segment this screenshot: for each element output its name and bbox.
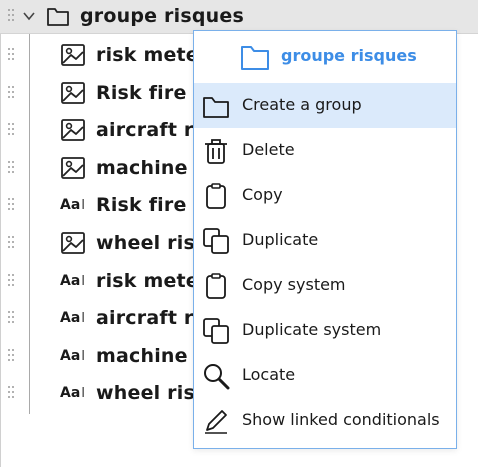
text-icon: AaI (60, 269, 86, 293)
text-icon-cursor: I (81, 198, 86, 214)
folder-icon (202, 92, 230, 120)
text-icon-glyph: Aa (60, 310, 81, 327)
text-icon-cursor: I (81, 311, 86, 327)
menu-item-delete[interactable]: Delete (194, 128, 456, 173)
tree-item-label: risk meter (96, 269, 209, 292)
drag-handle-icon[interactable] (8, 9, 14, 23)
context-menu: groupe risques Create a group Delete Copy D… (193, 30, 457, 449)
clipboard-icon (202, 182, 230, 210)
menu-item-show-linked-conditionals[interactable]: Show linked conditionals (194, 398, 456, 443)
drag-handle-icon[interactable] (8, 85, 14, 100)
chevron-down-icon[interactable] (22, 9, 36, 23)
trash-icon (202, 137, 230, 165)
magnifier-icon (202, 362, 230, 390)
image-icon (60, 156, 86, 180)
menu-item-label: Show linked conditionals (242, 410, 440, 429)
drag-handle-icon[interactable] (8, 160, 14, 175)
drag-handle-icon[interactable] (8, 311, 14, 325)
text-icon: AaI (60, 381, 86, 405)
menu-item-create-a-group[interactable]: Create a group (194, 83, 456, 128)
context-menu-header: groupe risques (194, 31, 456, 83)
folder-icon (47, 8, 69, 26)
drag-handle-icon[interactable] (8, 123, 14, 137)
tree-item-label: Risk fire e (96, 194, 207, 217)
text-icon-glyph: Aa (60, 197, 81, 214)
image-icon (60, 81, 86, 105)
menu-item-label: Copy (242, 185, 283, 204)
duplicate-icon (202, 317, 230, 345)
text-icon-glyph: Aa (60, 272, 81, 289)
clipboard-icon (202, 272, 230, 300)
drag-handle-icon[interactable] (8, 348, 14, 363)
menu-item-label: Delete (242, 140, 295, 159)
tree-item-label: wheel risk (96, 382, 208, 405)
menu-item-label: Create a group (242, 95, 362, 114)
pencil-icon (202, 407, 230, 435)
menu-item-duplicate[interactable]: Duplicate (194, 218, 456, 263)
drag-handle-icon[interactable] (8, 48, 14, 62)
tree-item-label: wheel risk (96, 232, 208, 254)
text-icon-glyph: Aa (60, 347, 81, 364)
drag-handle-icon[interactable] (8, 386, 14, 400)
menu-item-label: Copy system (242, 275, 346, 294)
duplicate-icon (202, 227, 230, 255)
menu-item-label: Duplicate (242, 230, 319, 249)
menu-item-label: Locate (242, 365, 296, 384)
menu-item-label: Duplicate system (242, 320, 382, 339)
drag-handle-icon[interactable] (8, 198, 14, 212)
text-icon-glyph: Aa (60, 385, 81, 402)
tree-item-label: Risk fire e (96, 81, 207, 104)
menu-item-duplicate-system[interactable]: Duplicate system (194, 308, 456, 353)
text-icon-cursor: I (81, 273, 86, 289)
image-icon (60, 118, 86, 142)
menu-item-copy[interactable]: Copy (194, 173, 456, 218)
text-icon: AaI (60, 344, 86, 368)
context-menu-title: groupe risques (281, 46, 417, 65)
menu-item-copy-system[interactable]: Copy system (194, 263, 456, 308)
group-row[interactable]: groupe risques (0, 0, 478, 34)
text-icon-cursor: I (81, 386, 86, 402)
tree-item-label: machine r (96, 156, 205, 179)
folder-icon (241, 46, 269, 70)
tree-item-label: risk meter (96, 44, 209, 66)
drag-handle-icon[interactable] (8, 236, 14, 250)
drag-handle-icon[interactable] (8, 273, 14, 288)
text-icon: AaI (60, 306, 86, 330)
menu-item-locate[interactable]: Locate (194, 353, 456, 398)
image-icon (60, 231, 86, 255)
text-icon: AaI (60, 193, 86, 217)
tree-item-label: machine r (96, 344, 205, 367)
image-icon (60, 43, 86, 67)
group-label: groupe risques (80, 5, 244, 27)
text-icon-cursor: I (81, 348, 86, 364)
